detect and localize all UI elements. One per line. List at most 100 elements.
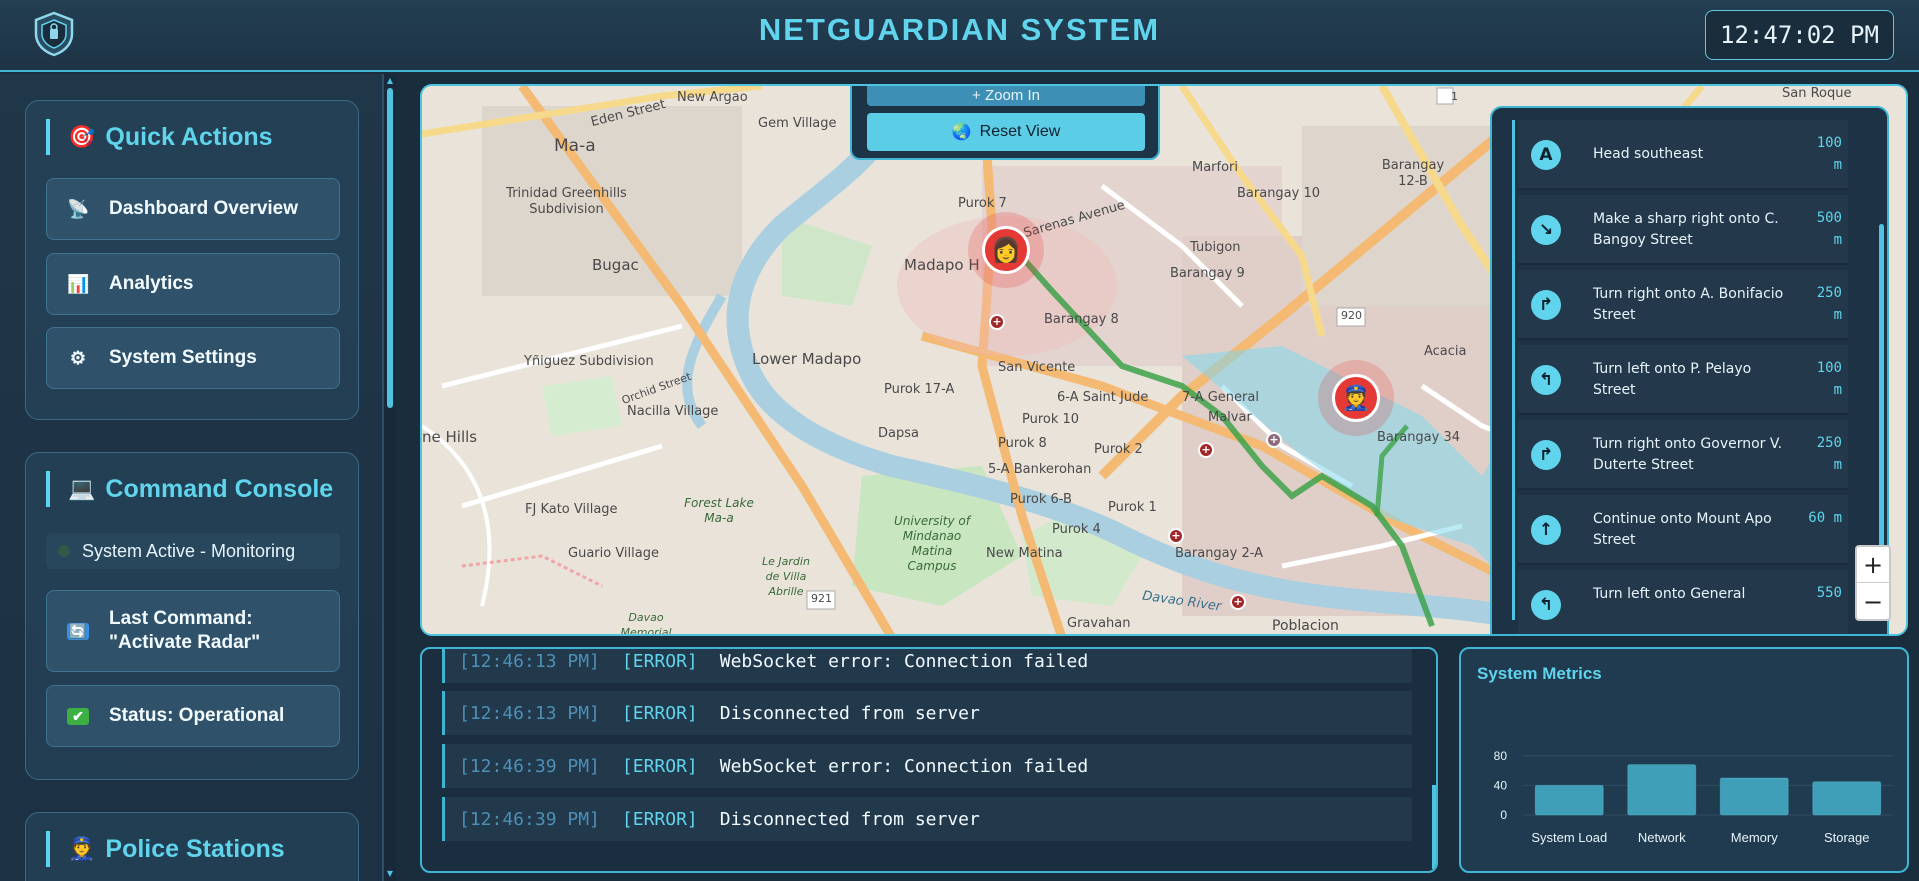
command-console-panel: 💻 Command Console System Active - Monito… bbox=[25, 452, 359, 780]
police-stations-panel: 👮 Police Stations bbox=[25, 812, 359, 881]
gear-icon: ⚙ bbox=[69, 347, 87, 368]
analytics-button[interactable]: 📊 Analytics bbox=[46, 253, 340, 315]
dashboard-overview-button[interactable]: 📡 Dashboard Overview bbox=[46, 178, 340, 240]
event-log-console[interactable]: [12:46:13 PM] [ERROR] WebSocket error: C… bbox=[420, 647, 1438, 873]
map-zoom-control: + − bbox=[1855, 545, 1891, 621]
map-label-barangay34: Barangay 34 bbox=[1377, 430, 1461, 445]
log-message: WebSocket error: Connection failed bbox=[719, 650, 1089, 672]
direction-step[interactable]: ↑ Continue onto Mount Apo Street 60 m bbox=[1518, 495, 1848, 565]
incident-location-marker-icon[interactable]: 👩 bbox=[982, 226, 1030, 274]
map-label-ma-a: Ma-a bbox=[554, 136, 596, 156]
command-console-title: Command Console bbox=[105, 474, 334, 503]
zoom-plus-button[interactable]: + bbox=[1857, 547, 1889, 583]
hospital-marker-icon[interactable]: + bbox=[1230, 594, 1246, 610]
checkmark-icon: ✔ bbox=[67, 707, 89, 725]
map-label-barangay10: Barangay 10 bbox=[1237, 186, 1321, 201]
map-label-bugac: Bugac bbox=[592, 256, 639, 274]
continue-straight-icon: ↑ bbox=[1531, 515, 1561, 545]
direction-text: Continue onto Mount Apo Street bbox=[1593, 511, 1772, 548]
scroll-down-icon[interactable]: ▼ bbox=[384, 869, 396, 879]
quick-actions-title: Quick Actions bbox=[105, 122, 273, 151]
sidebar-scroll-thumb[interactable] bbox=[387, 88, 393, 408]
map-label-barangay9: Barangay 9 bbox=[1170, 266, 1245, 281]
turn-right-icon: ↱ bbox=[1531, 440, 1561, 470]
chart-y-tick-label: 0 bbox=[1500, 808, 1507, 822]
map-label-barangay8: Barangay 8 bbox=[1044, 312, 1119, 327]
map-label-yniguez: Yñiguez Subdivision bbox=[524, 354, 654, 369]
direction-step[interactable]: ↱ Turn right onto Governor V. Duterte St… bbox=[1518, 420, 1848, 490]
zoom-minus-button[interactable]: − bbox=[1857, 584, 1889, 620]
directions-panel[interactable]: A Head southeast 100 m ↘ Make a sharp ri… bbox=[1490, 106, 1889, 636]
console-scrollbar[interactable] bbox=[1432, 785, 1436, 869]
police-stations-heading: 👮 Police Stations bbox=[46, 831, 285, 867]
direction-step[interactable]: ↰ Turn left onto General 550 bbox=[1518, 570, 1848, 634]
chart-bar-memory bbox=[1719, 777, 1789, 816]
map-label-dapsa: Dapsa bbox=[878, 426, 919, 441]
hospital-marker-icon[interactable]: + bbox=[989, 314, 1005, 330]
log-level: [ERROR] bbox=[621, 650, 698, 672]
map-label-purok17a: Purok 17-A bbox=[884, 382, 955, 397]
reset-view-button[interactable]: 🌏 Reset View bbox=[867, 113, 1145, 151]
app-header: NETGUARDIAN SYSTEM 12:47:02 PM bbox=[0, 0, 1919, 72]
chart-y-tick-label: 80 bbox=[1494, 749, 1508, 763]
hospital-marker-icon[interactable]: + bbox=[1198, 442, 1214, 458]
app-title: NETGUARDIAN SYSTEM bbox=[758, 12, 1161, 47]
direction-step[interactable]: ↘ Make a sharp right onto C. Bangoy Stre… bbox=[1518, 195, 1848, 265]
dashboard-overview-label: Dashboard Overview bbox=[109, 198, 299, 219]
map-label-road921: 921 bbox=[811, 592, 832, 605]
map-label-nacilla: Nacilla Village bbox=[627, 404, 719, 419]
turn-right-icon: ↱ bbox=[1531, 290, 1561, 320]
scroll-up-icon[interactable]: ▲ bbox=[384, 76, 396, 86]
direction-text: Turn left onto General bbox=[1593, 586, 1746, 602]
chart-bar-system-load bbox=[1534, 784, 1604, 816]
start-point-icon: A bbox=[1531, 140, 1561, 170]
system-status-indicator: System Active - Monitoring bbox=[46, 533, 340, 569]
direction-text: Turn right onto A. Bonifacio Street bbox=[1593, 286, 1784, 323]
direction-distance: 100 m bbox=[1816, 135, 1842, 173]
map-label-gem: Gem Village bbox=[758, 116, 837, 131]
log-entry: [12:46:39 PM] [ERROR] Disconnected from … bbox=[442, 797, 1412, 841]
log-timestamp: [12:46:13 PM] bbox=[459, 650, 600, 672]
turn-left-icon: ↰ bbox=[1531, 590, 1561, 620]
last-command-card[interactable]: 🔄 Last Command: "Activate Radar" bbox=[46, 590, 340, 672]
log-timestamp: [12:46:39 PM] bbox=[459, 808, 600, 830]
log-level: [ERROR] bbox=[621, 808, 698, 830]
direction-step[interactable]: A Head southeast 100 m bbox=[1518, 120, 1848, 190]
direction-step[interactable]: ↱ Turn right onto A. Bonifacio Street 25… bbox=[1518, 270, 1848, 340]
hospital-marker-icon[interactable]: + bbox=[1168, 528, 1184, 544]
sidebar-scrollbar[interactable]: ▲ ▼ bbox=[384, 74, 396, 881]
direction-distance: 500 m bbox=[1816, 210, 1842, 248]
turn-left-icon: ↰ bbox=[1531, 365, 1561, 395]
chart-bar-storage bbox=[1812, 781, 1882, 816]
police-officer-marker-icon[interactable]: 👮 bbox=[1332, 374, 1380, 422]
map-label-purok1: Purok 1 bbox=[1108, 500, 1157, 515]
map-label-marfori: Marfori bbox=[1192, 160, 1239, 175]
map-label-guario: Guario Village bbox=[568, 546, 659, 561]
zoom-in-button[interactable]: + Zoom In bbox=[867, 86, 1145, 106]
quick-actions-panel: 🎯 Quick Actions 📡 Dashboard Overview 📊 A… bbox=[25, 100, 359, 420]
direction-distance: 100 m bbox=[1816, 360, 1842, 398]
system-settings-button[interactable]: ⚙ System Settings bbox=[46, 327, 340, 389]
map-label-davao-memorial: Davao Memorial bbox=[620, 611, 672, 636]
last-command-text: Last Command: "Activate Radar" bbox=[109, 608, 261, 653]
chart-x-tick-label: Memory bbox=[1731, 830, 1778, 845]
direction-distance: 250 m bbox=[1816, 285, 1842, 323]
status-dot-icon bbox=[58, 545, 70, 557]
refresh-icon: 🔄 bbox=[67, 622, 89, 640]
log-message: Disconnected from server bbox=[719, 702, 980, 724]
map-label-general: 7-A General bbox=[1182, 390, 1259, 405]
metrics-title: System Metrics bbox=[1477, 664, 1602, 683]
map-label-road1: 1 bbox=[1451, 90, 1458, 103]
poi-marker-icon[interactable]: + bbox=[1266, 432, 1282, 448]
chart-x-tick-label: Storage bbox=[1824, 830, 1870, 845]
map-label-purok2: Purok 2 bbox=[1094, 442, 1143, 457]
map-label-le-jardin: Le Jardin de Villa Abrille bbox=[762, 555, 810, 598]
operational-status-card[interactable]: ✔ Status: Operational bbox=[46, 685, 340, 747]
log-level: [ERROR] bbox=[621, 755, 698, 777]
clock: 12:47:02 PM bbox=[1705, 10, 1894, 60]
direction-step[interactable]: ↰ Turn left onto P. Pelayo Street 100 m bbox=[1518, 345, 1848, 415]
directions-rail bbox=[1512, 120, 1515, 620]
map-label-new-matina: New Matina bbox=[986, 546, 1063, 561]
direction-distance: 250 m bbox=[1816, 435, 1842, 473]
chart-y-tick-label: 40 bbox=[1494, 778, 1508, 792]
